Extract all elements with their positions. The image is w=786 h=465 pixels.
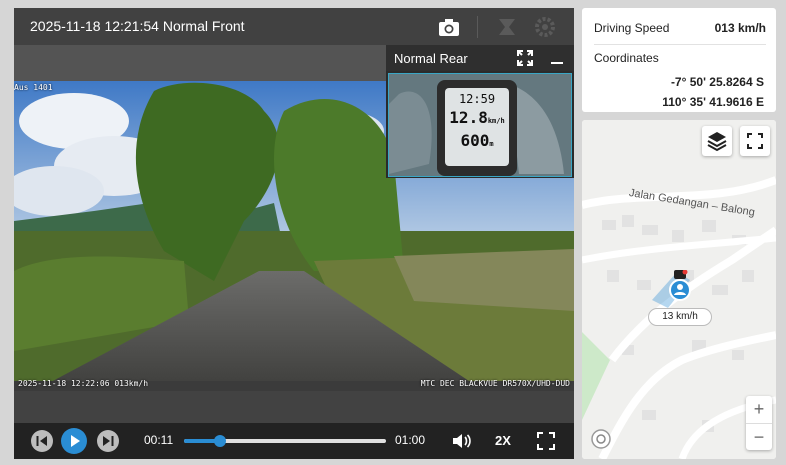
zoom-control: + − — [746, 396, 772, 450]
zoom-in-button[interactable]: + — [746, 396, 772, 423]
meter-speed-unit: km/h — [487, 117, 505, 125]
fullscreen-icon — [747, 133, 763, 149]
compass-icon[interactable] — [590, 428, 612, 450]
rear-camera-header: Normal Rear — [386, 45, 574, 71]
previous-icon[interactable] — [30, 429, 54, 453]
zoom-out-button[interactable]: − — [746, 423, 772, 450]
divider — [594, 44, 766, 45]
video-area[interactable]: Aus 1401 2025-11-18 12:22:06 013km/h MTC… — [14, 45, 574, 391]
playback-speed-button[interactable]: 2X — [495, 433, 511, 448]
vehicle-marker-icon[interactable] — [668, 270, 692, 304]
expand-icon[interactable] — [516, 49, 534, 67]
map-layers-button[interactable] — [702, 126, 732, 156]
player-topbar: 2025-11-18 12:21:54 Normal Front — [14, 8, 574, 45]
map-fullscreen-button[interactable] — [740, 126, 770, 156]
driving-speed-value: 013 km/h — [714, 21, 766, 35]
next-icon[interactable] — [96, 429, 120, 453]
osd-device-model: MTC DEC BLACKVUE DR570X/UHD-DUD — [420, 379, 570, 388]
rear-camera-image: 12:59 12.8km/h 600m — [388, 73, 572, 177]
map-panel[interactable]: Jalan Gedangan – Balong 13 km/h + − — [582, 120, 776, 459]
map-speed-tag: 13 km/h — [648, 308, 712, 326]
speed-row: Driving Speed 013 km/h — [594, 21, 766, 35]
playback-controls: 00:11 01:00 2X — [14, 423, 574, 459]
video-player: 2025-11-18 12:21:54 Normal Front Aus 140… — [14, 8, 574, 459]
progress-handle[interactable] — [214, 435, 227, 447]
fullscreen-icon[interactable] — [536, 431, 556, 451]
longitude-value: 110° 35' 41.9616 E — [662, 95, 764, 109]
gear-icon[interactable] — [532, 14, 558, 40]
current-time: 00:11 — [144, 433, 174, 447]
share-icon[interactable] — [494, 14, 520, 40]
total-time: 01:00 — [395, 433, 426, 447]
meter-speed: 12.8 — [449, 108, 488, 127]
rear-camera-label: Normal Rear — [394, 51, 468, 66]
osd-timestamp: 2025-11-18 12:22:06 013km/h — [18, 379, 149, 388]
volume-icon[interactable] — [451, 431, 473, 451]
osd-device-label: Aus 1401 — [14, 83, 53, 92]
latitude-value: -7° 50' 25.8264 S — [670, 75, 764, 89]
video-title: 2025-11-18 12:21:54 Normal Front — [30, 18, 245, 34]
progress-bar[interactable] — [184, 435, 386, 447]
minimize-icon[interactable] — [548, 49, 566, 67]
meter-distance-unit: m — [489, 140, 494, 148]
coordinates-label: Coordinates — [594, 51, 659, 65]
meter-time: 12:59 — [458, 92, 496, 106]
layers-icon — [707, 132, 727, 152]
driving-speed-label: Driving Speed — [594, 21, 670, 35]
info-panel: Driving Speed 013 km/h Coordinates -7° 5… — [582, 8, 776, 112]
rear-camera-pip[interactable]: Normal Rear 12:59 12.8km/h 600m — [386, 45, 574, 178]
meter-distance: 600 — [460, 131, 490, 150]
camera-icon[interactable] — [436, 14, 462, 40]
play-icon[interactable] — [60, 427, 88, 455]
